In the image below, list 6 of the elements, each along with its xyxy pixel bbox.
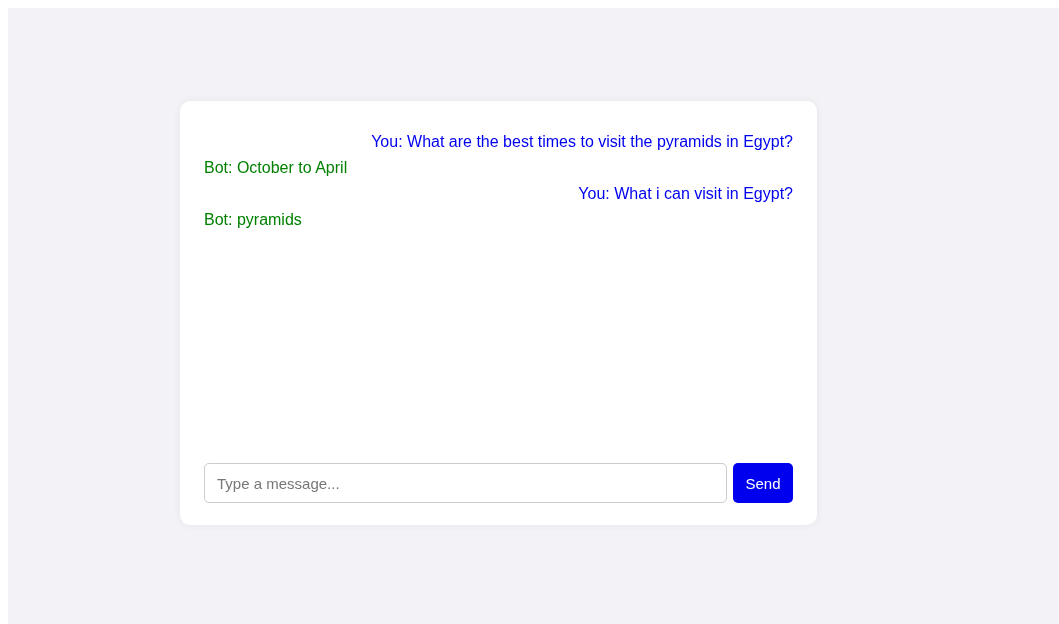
message-input[interactable]: Type a message...: [204, 463, 727, 503]
user-message: You: What i can visit in Egypt?: [578, 184, 793, 204]
send-button[interactable]: Send: [733, 463, 793, 503]
user-message: You: What are the best times to visit the pyramids in Egypt?: [371, 132, 793, 152]
bot-message: Bot: pyramids: [204, 210, 302, 230]
bot-message: Bot: October to April: [204, 158, 348, 178]
